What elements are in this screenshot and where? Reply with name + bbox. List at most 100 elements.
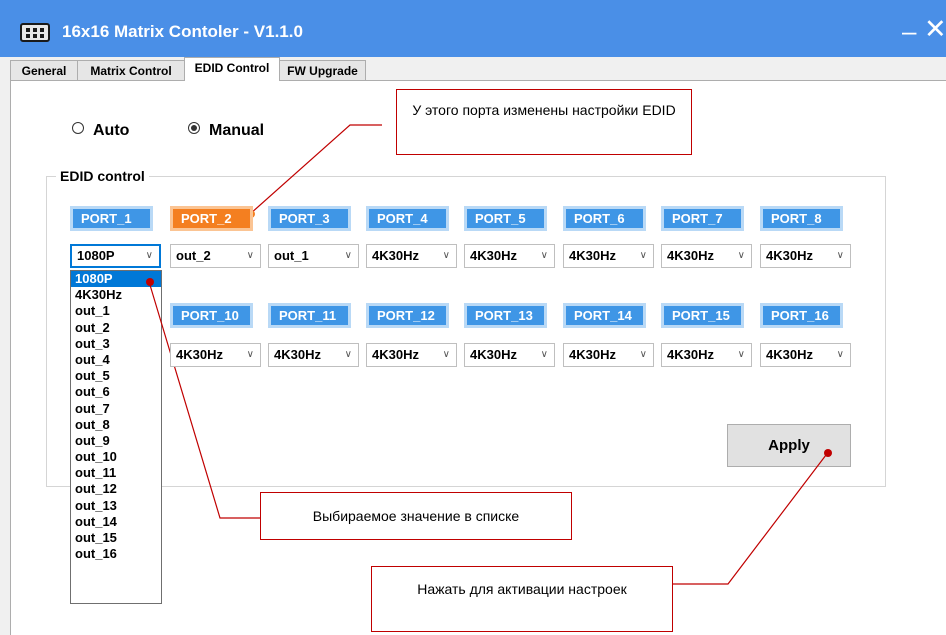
port-8-button[interactable]: PORT_8 — [760, 206, 843, 231]
dropdown-option[interactable]: out_14 — [71, 514, 161, 530]
manual-label: Manual — [209, 122, 265, 139]
port-11-edid-select[interactable]: 4K30Hz ∨ — [268, 343, 359, 367]
port-2-edid-value: out_2 — [176, 248, 211, 263]
edid-control-label: EDID control — [56, 168, 149, 184]
tab-fw-upgrade[interactable]: FW Upgrade — [279, 60, 366, 81]
dropdown-option[interactable]: out_15 — [71, 530, 161, 546]
dropdown-option[interactable]: out_16 — [71, 546, 161, 562]
chevron-down-icon: ∨ — [540, 250, 548, 261]
port-4-edid-select[interactable]: 4K30Hz ∨ — [366, 244, 457, 268]
port-15-button[interactable]: PORT_15 — [661, 303, 744, 328]
dropdown-option[interactable]: out_10 — [71, 449, 161, 465]
window-title: 16x16 Matrix Contoler - V1.1.0 — [62, 22, 303, 41]
chevron-down-icon: ∨ — [344, 349, 352, 360]
port-16-button[interactable]: PORT_16 — [760, 303, 843, 328]
port-4-edid-value: 4K30Hz — [372, 248, 419, 263]
port-6-button[interactable]: PORT_6 — [563, 206, 646, 231]
dropdown-option[interactable]: 1080P — [71, 271, 161, 288]
minimize-icon[interactable]: – — [902, 18, 916, 44]
dropdown-option[interactable]: out_9 — [71, 433, 161, 449]
port-10-button[interactable]: PORT_10 — [170, 303, 253, 328]
port-13-button[interactable]: PORT_13 — [464, 303, 547, 328]
chevron-down-icon: ∨ — [639, 250, 647, 261]
dropdown-option[interactable]: out_1 — [71, 303, 161, 319]
chevron-down-icon: ∨ — [836, 250, 844, 261]
callout-edid-changed: У этого порта изменены настройки EDID — [396, 89, 692, 155]
chevron-down-icon: ∨ — [145, 250, 153, 261]
tab-general[interactable]: General — [10, 60, 78, 81]
port-4-button[interactable]: PORT_4 — [366, 206, 449, 231]
chevron-down-icon: ∨ — [737, 250, 745, 261]
callout-selected-value: Выбираемое значение в списке — [260, 492, 572, 540]
port-10-edid-value: 4K30Hz — [176, 347, 223, 362]
radio-auto-indicator — [72, 122, 84, 134]
port-5-edid-select[interactable]: 4K30Hz ∨ — [464, 244, 555, 268]
port-15-edid-select[interactable]: 4K30Hz ∨ — [661, 343, 752, 367]
chevron-down-icon: ∨ — [836, 349, 844, 360]
manual-radio[interactable]: Manual — [188, 122, 264, 140]
tab-matrix-control[interactable]: Matrix Control — [77, 60, 185, 81]
port-16-edid-value: 4K30Hz — [766, 347, 813, 362]
dropdown-option[interactable]: out_8 — [71, 417, 161, 433]
chevron-down-icon: ∨ — [737, 349, 745, 360]
port-2-button[interactable]: PORT_2 — [170, 206, 253, 231]
auto-radio[interactable]: Auto — [72, 122, 129, 140]
port-3-edid-select[interactable]: out_1 ∨ — [268, 244, 359, 268]
title-bar[interactable]: 16x16 Matrix Contoler - V1.1.0 – ✕ — [0, 0, 946, 57]
dropdown-option[interactable]: out_2 — [71, 320, 161, 336]
chevron-down-icon: ∨ — [246, 349, 254, 360]
radio-manual-indicator — [188, 122, 200, 134]
chevron-down-icon: ∨ — [442, 250, 450, 261]
port-15-edid-value: 4K30Hz — [667, 347, 714, 362]
edid-dropdown-list[interactable]: 1080P 4K30Hz out_1 out_2 out_3 out_4 out_5 out_… — [70, 270, 162, 604]
chevron-down-icon: ∨ — [246, 250, 254, 261]
port-7-button[interactable]: PORT_7 — [661, 206, 744, 231]
port-3-button[interactable]: PORT_3 — [268, 206, 351, 231]
dropdown-option[interactable]: out_11 — [71, 465, 161, 481]
port-1-button[interactable]: PORT_1 — [70, 206, 153, 231]
port-14-button[interactable]: PORT_14 — [563, 303, 646, 328]
dropdown-option[interactable]: 4K30Hz — [71, 287, 161, 303]
dropdown-option[interactable]: out_6 — [71, 384, 161, 400]
chevron-down-icon: ∨ — [442, 349, 450, 360]
chevron-down-icon: ∨ — [639, 349, 647, 360]
dropdown-option[interactable]: out_13 — [71, 498, 161, 514]
port-10-edid-select[interactable]: 4K30Hz ∨ — [170, 343, 261, 367]
chevron-down-icon: ∨ — [540, 349, 548, 360]
port-5-button[interactable]: PORT_5 — [464, 206, 547, 231]
tab-edid-control[interactable]: EDID Control — [184, 57, 280, 81]
port-5-edid-value: 4K30Hz — [470, 248, 517, 263]
port-3-edid-value: out_1 — [274, 248, 309, 263]
port-6-edid-value: 4K30Hz — [569, 248, 616, 263]
apply-button[interactable]: Apply — [727, 424, 851, 467]
matrix-grid-icon — [20, 23, 50, 42]
callout-press-to-activate: Нажать для активации настроек — [371, 566, 673, 632]
app-window: 16x16 Matrix Contoler - V1.1.0 – ✕ Gener… — [0, 0, 946, 635]
tab-bar: General Matrix Control EDID Control FW U… — [10, 57, 946, 81]
port-12-button[interactable]: PORT_12 — [366, 303, 449, 328]
port-6-edid-select[interactable]: 4K30Hz ∨ — [563, 244, 654, 268]
dropdown-option[interactable]: out_12 — [71, 481, 161, 497]
dropdown-option[interactable]: out_4 — [71, 352, 161, 368]
port-14-edid-value: 4K30Hz — [569, 347, 616, 362]
port-7-edid-select[interactable]: 4K30Hz ∨ — [661, 244, 752, 268]
port-13-edid-select[interactable]: 4K30Hz ∨ — [464, 343, 555, 367]
port-11-edid-value: 4K30Hz — [274, 347, 321, 362]
dropdown-option[interactable]: out_3 — [71, 336, 161, 352]
port-12-edid-select[interactable]: 4K30Hz ∨ — [366, 343, 457, 367]
close-icon[interactable]: ✕ — [924, 16, 946, 43]
chevron-down-icon: ∨ — [344, 250, 352, 261]
port-11-button[interactable]: PORT_11 — [268, 303, 351, 328]
port-2-edid-select[interactable]: out_2 ∨ — [170, 244, 261, 268]
port-1-edid-select[interactable]: 1080P ∨ — [70, 244, 161, 268]
dropdown-option[interactable]: out_5 — [71, 368, 161, 384]
port-12-edid-value: 4K30Hz — [372, 347, 419, 362]
port-13-edid-value: 4K30Hz — [470, 347, 517, 362]
port-8-edid-select[interactable]: 4K30Hz ∨ — [760, 244, 851, 268]
port-16-edid-select[interactable]: 4K30Hz ∨ — [760, 343, 851, 367]
port-7-edid-value: 4K30Hz — [667, 248, 714, 263]
port-14-edid-select[interactable]: 4K30Hz ∨ — [563, 343, 654, 367]
dropdown-option[interactable]: out_7 — [71, 401, 161, 417]
auto-label: Auto — [93, 122, 130, 139]
port-8-edid-value: 4K30Hz — [766, 248, 813, 263]
